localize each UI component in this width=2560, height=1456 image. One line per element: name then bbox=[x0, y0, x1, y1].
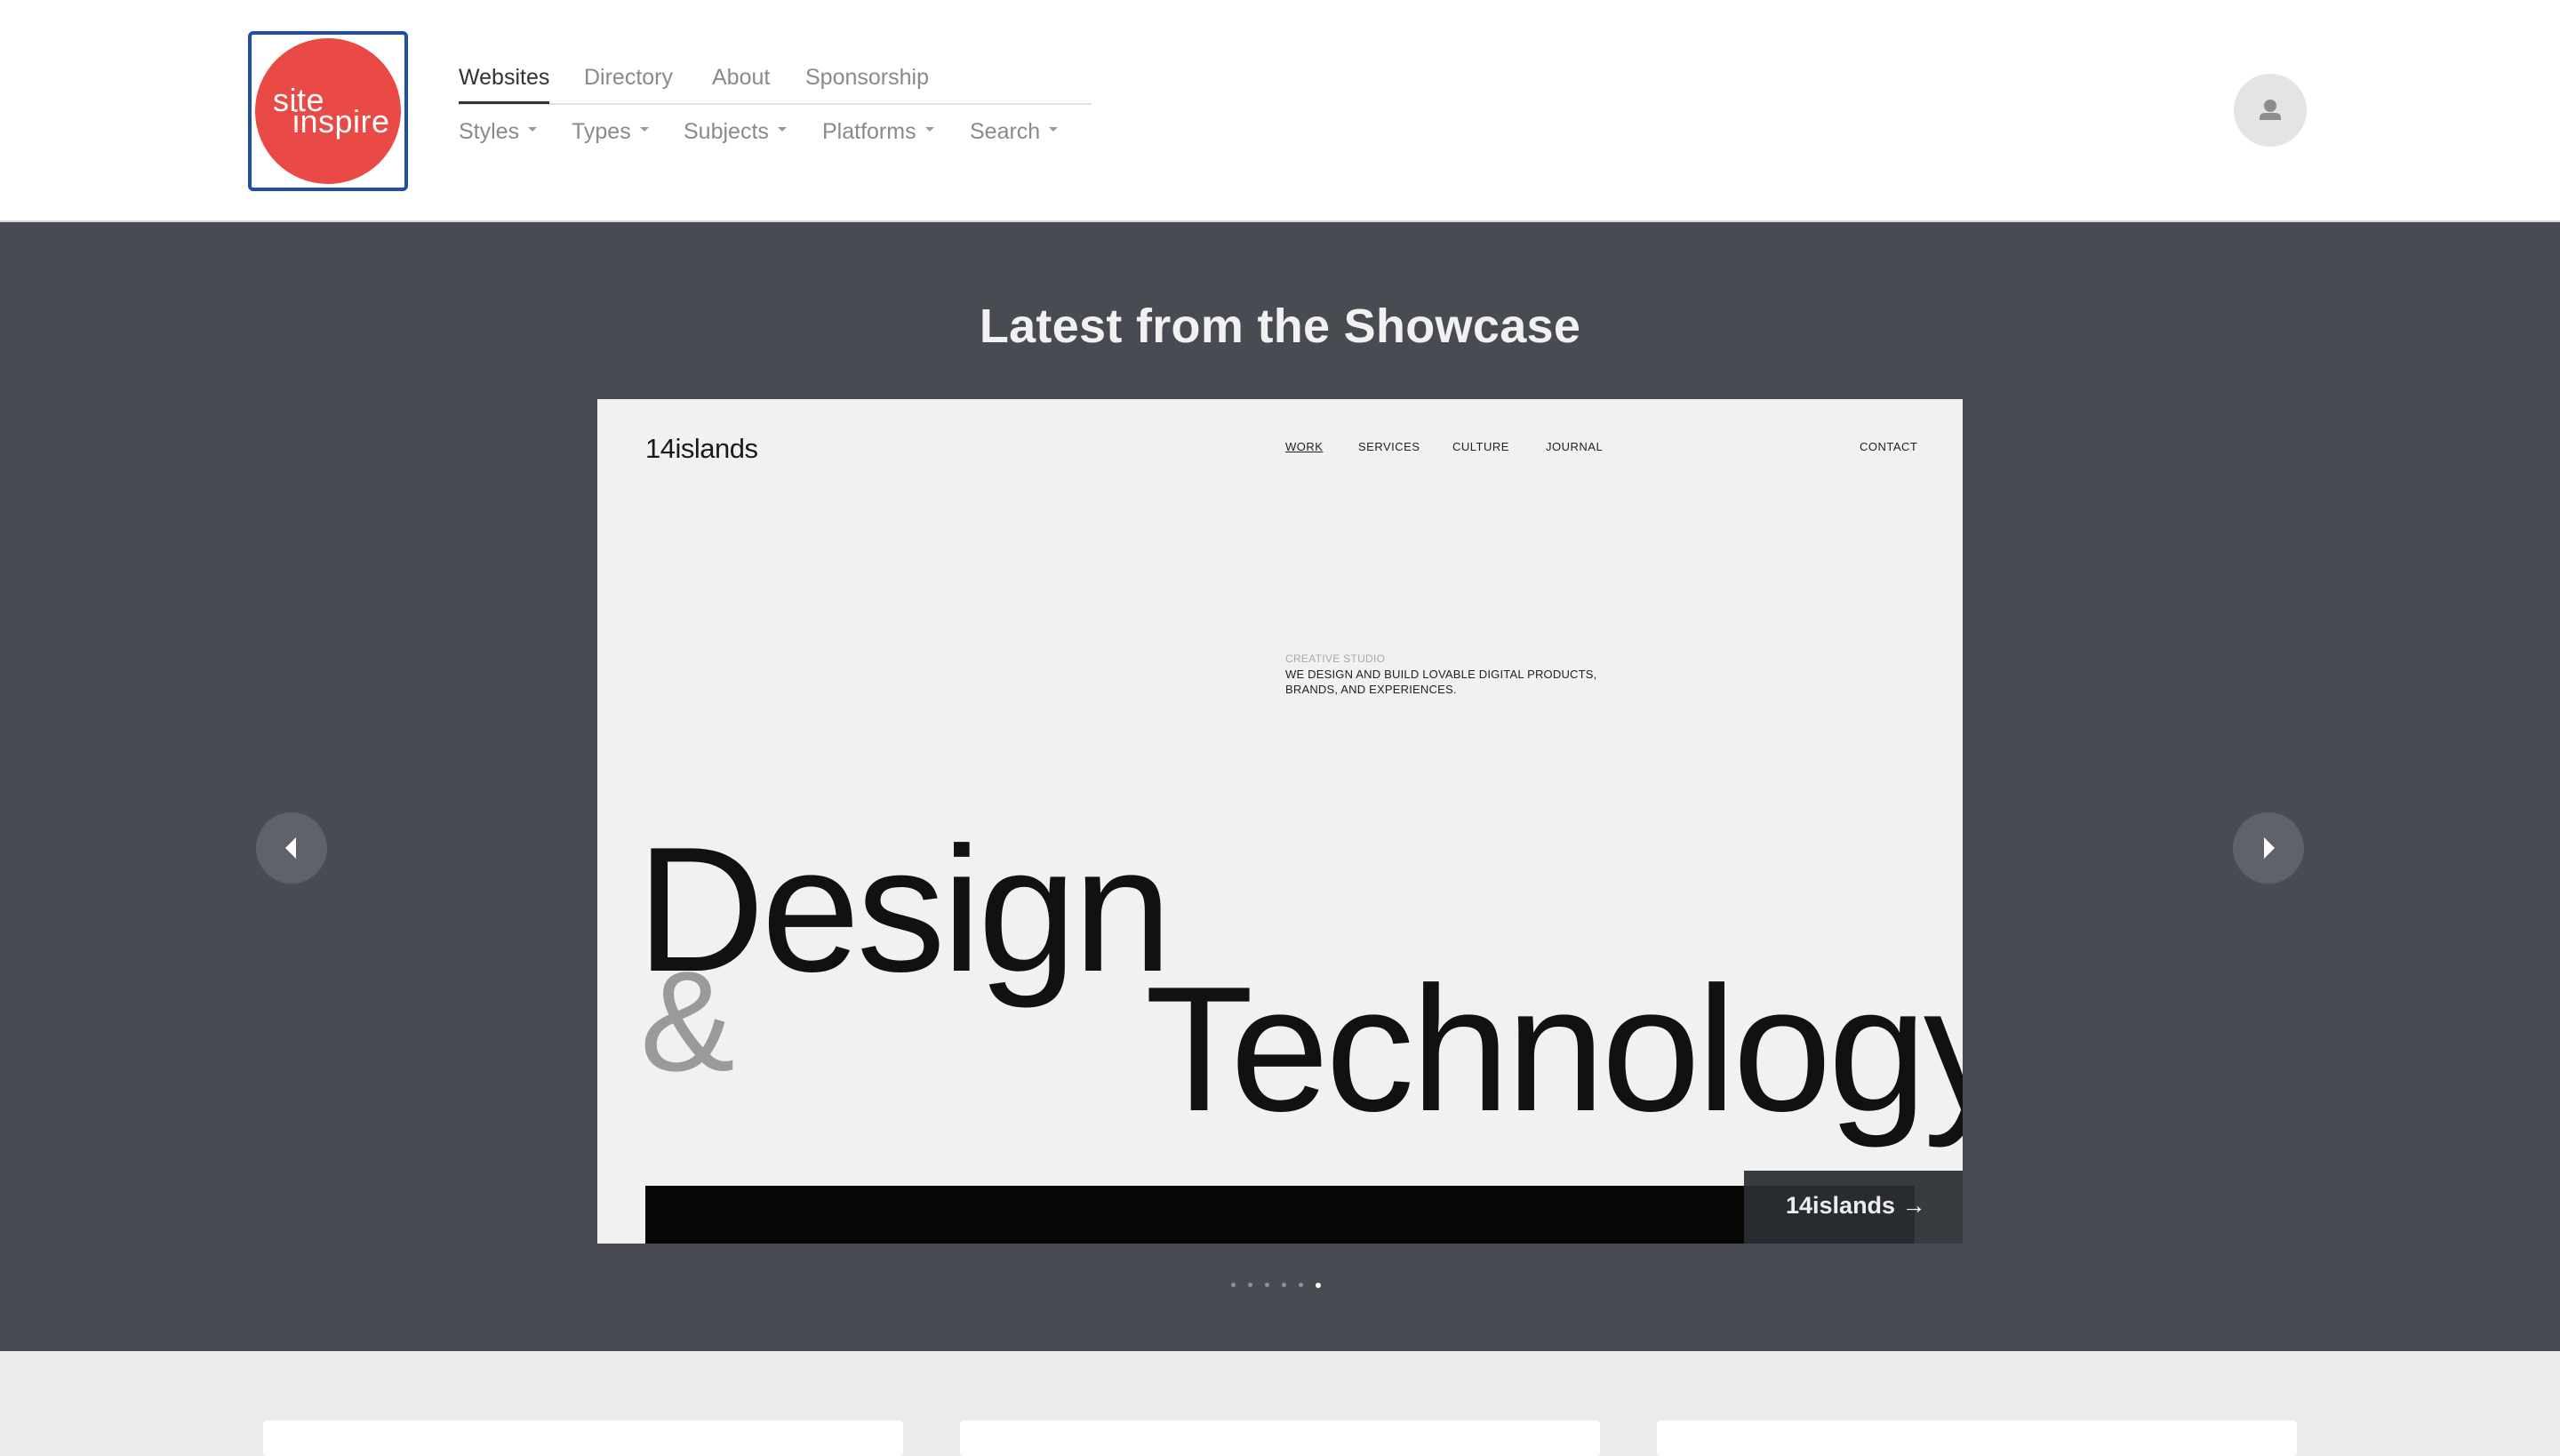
slide-tagline-line2: BRANDS, AND EXPERIENCES. bbox=[1285, 683, 1457, 696]
user-menu-button[interactable] bbox=[2234, 74, 2307, 147]
nav-directory[interactable]: Directory bbox=[584, 59, 673, 101]
slide-nav-culture: CULTURE bbox=[1452, 440, 1509, 453]
showcase-title: Latest from the Showcase bbox=[979, 300, 1581, 353]
slide-nav-contact: CONTACT bbox=[1860, 440, 1918, 453]
caret-down-icon bbox=[1049, 126, 1059, 132]
site-card[interactable] bbox=[263, 1420, 903, 1456]
caret-down-icon bbox=[528, 126, 538, 132]
chevron-right-icon bbox=[2264, 837, 2275, 859]
nav-sponsorship[interactable]: Sponsorship bbox=[805, 59, 929, 101]
carousel-prev-button[interactable] bbox=[256, 812, 327, 884]
slide-tagline-small: CREATIVE STUDIO bbox=[1285, 652, 1386, 665]
dropdown-search[interactable]: Search bbox=[970, 114, 1059, 149]
carousel-slide[interactable]: 14islands WORK SERVICES CULTURE JOURNAL … bbox=[597, 399, 1963, 1244]
slide-headline-ampersand: & bbox=[640, 941, 735, 1100]
carousel-next-button[interactable] bbox=[2233, 812, 2304, 884]
carousel-dot[interactable] bbox=[1248, 1283, 1252, 1287]
caret-down-icon bbox=[924, 126, 934, 132]
dropdown-platforms[interactable]: Platforms bbox=[822, 114, 934, 149]
siteinspire-logo: site inspire bbox=[255, 38, 401, 184]
site-header: site inspire Websites Directory About Sp… bbox=[0, 0, 2560, 222]
caret-down-icon bbox=[639, 126, 649, 132]
nav-about[interactable]: About bbox=[712, 59, 770, 101]
slide-nav-work: WORK bbox=[1285, 440, 1324, 453]
carousel-dot[interactable] bbox=[1231, 1283, 1236, 1287]
dropdown-types-label: Types bbox=[572, 119, 631, 144]
slide-tagline: WE DESIGN AND BUILD LOVABLE DIGITAL PROD… bbox=[1285, 667, 1605, 697]
showcase-section: Latest from the Showcase 14islands WORK … bbox=[0, 222, 2560, 1351]
carousel-dot[interactable] bbox=[1282, 1283, 1286, 1287]
dropdown-types[interactable]: Types bbox=[572, 114, 649, 149]
site-card[interactable] bbox=[1657, 1420, 2297, 1456]
carousel-dot[interactable] bbox=[1265, 1283, 1269, 1287]
dropdown-platforms-label: Platforms bbox=[822, 119, 916, 144]
dropdown-styles-label: Styles bbox=[459, 119, 520, 144]
carousel-dot-active[interactable] bbox=[1316, 1282, 1321, 1288]
dropdown-styles[interactable]: Styles bbox=[459, 114, 538, 149]
dropdown-subjects-label: Subjects bbox=[684, 119, 769, 144]
slide-caption-link[interactable]: 14islands → bbox=[1744, 1171, 1963, 1244]
slide-headline-technology: Technology bbox=[1145, 950, 1963, 1148]
user-icon bbox=[2260, 100, 2281, 120]
slide-nav-journal: JOURNAL bbox=[1546, 440, 1604, 453]
site-logo-link[interactable]: site inspire bbox=[248, 31, 408, 191]
slide-caption-text: 14islands → bbox=[1786, 1192, 1926, 1219]
caret-down-icon bbox=[777, 126, 787, 132]
slide-black-bar bbox=[645, 1186, 1915, 1244]
logo-text-line2: inspire bbox=[292, 103, 390, 140]
primary-nav: Websites Directory About Sponsorship bbox=[459, 59, 1092, 105]
dropdown-search-label: Search bbox=[970, 119, 1041, 144]
chevron-left-icon bbox=[285, 837, 296, 859]
site-card[interactable] bbox=[960, 1420, 1600, 1456]
nav-websites[interactable]: Websites bbox=[459, 59, 550, 104]
dropdown-subjects[interactable]: Subjects bbox=[684, 114, 787, 149]
slide-nav-services: SERVICES bbox=[1358, 440, 1420, 453]
slide-tagline-line1: WE DESIGN AND BUILD LOVABLE DIGITAL PROD… bbox=[1285, 668, 1597, 681]
slide-site-logo: 14islands bbox=[645, 433, 758, 464]
carousel-dot[interactable] bbox=[1299, 1283, 1303, 1287]
